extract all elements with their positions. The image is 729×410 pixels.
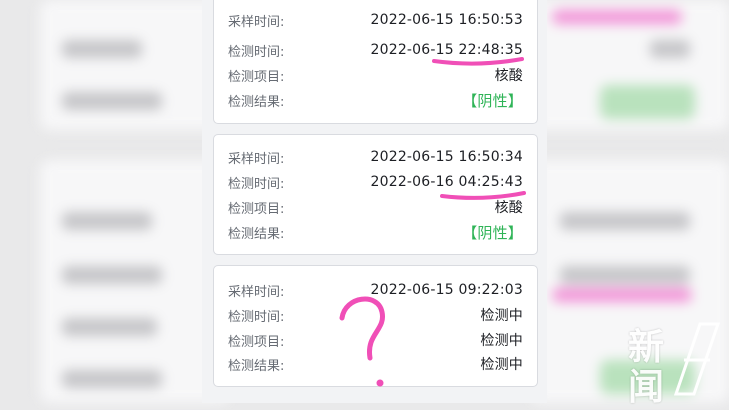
test-item-value: 检测中 bbox=[480, 333, 523, 349]
test-result-value: 【阴性】 bbox=[462, 223, 523, 242]
test-result-label: 检测结果: bbox=[228, 226, 285, 242]
test-result-label: 检测结果: bbox=[228, 94, 285, 110]
sample-time-row: 采样时间: 2022-06-15 16:50:53 bbox=[228, 9, 523, 31]
test-item-row: 检测项目: 检测中 bbox=[228, 329, 523, 351]
sample-time-label: 采样时间: bbox=[228, 151, 285, 167]
test-time-row: 检测时间: 2022-06-15 22:48:35 bbox=[228, 39, 523, 61]
test-result-value: 检测中 bbox=[480, 357, 523, 373]
test-item-value: 核酸 bbox=[494, 200, 523, 216]
test-item-value: 核酸 bbox=[494, 68, 523, 84]
test-records-list: 采样时间: 2022-06-15 16:50:53 检测时间: 2022-06-… bbox=[202, 0, 547, 403]
test-time-label: 检测时间: bbox=[228, 44, 285, 60]
sample-time-value: 2022-06-15 16:50:53 bbox=[370, 12, 523, 28]
test-time-label: 检测时间: bbox=[228, 309, 285, 325]
sample-time-label: 采样时间: bbox=[228, 284, 285, 300]
test-time-value: 2022-06-16 04:25:43 bbox=[370, 174, 523, 190]
test-item-row: 检测项目: 核酸 bbox=[228, 64, 523, 86]
test-record-card[interactable]: 采样时间: 2022-06-15 16:50:53 检测时间: 2022-06-… bbox=[213, 0, 538, 124]
test-time-row: 检测时间: 2022-06-16 04:25:43 bbox=[228, 171, 523, 193]
test-item-row: 检测项目: 核酸 bbox=[228, 196, 523, 218]
watermark-char: 闻 bbox=[628, 366, 665, 408]
sample-time-row: 采样时间: 2022-06-15 16:50:34 bbox=[228, 146, 523, 168]
test-item-label: 检测项目: bbox=[228, 334, 285, 350]
sample-time-label: 采样时间: bbox=[228, 14, 285, 30]
test-time-label: 检测时间: bbox=[228, 176, 285, 192]
test-time-value: 2022-06-15 22:48:35 bbox=[370, 42, 523, 58]
test-result-value: 【阴性】 bbox=[462, 91, 523, 110]
test-record-card[interactable]: 采样时间: 2022-06-15 09:22:03 检测时间: 检测中 检测项目… bbox=[213, 265, 538, 387]
test-item-label: 检测项目: bbox=[228, 69, 285, 85]
test-result-label: 检测结果: bbox=[228, 358, 285, 374]
test-time-value: 检测中 bbox=[480, 308, 523, 324]
logo-mark bbox=[673, 322, 721, 396]
test-result-row: 检测结果: 【阴性】 bbox=[228, 89, 523, 111]
test-time-row: 检测时间: 检测中 bbox=[228, 304, 523, 326]
test-record-card[interactable]: 采样时间: 2022-06-15 16:50:34 检测时间: 2022-06-… bbox=[213, 134, 538, 255]
sample-time-row: 采样时间: 2022-06-15 09:22:03 bbox=[228, 279, 523, 301]
test-result-row: 检测结果: 检测中 bbox=[228, 353, 523, 375]
sample-time-value: 2022-06-15 16:50:34 bbox=[370, 149, 523, 165]
test-result-row: 检测结果: 【阴性】 bbox=[228, 221, 523, 243]
news-logo-icon: 新 闻 bbox=[626, 318, 722, 408]
sample-time-value: 2022-06-15 09:22:03 bbox=[370, 282, 523, 298]
test-item-label: 检测项目: bbox=[228, 201, 285, 217]
